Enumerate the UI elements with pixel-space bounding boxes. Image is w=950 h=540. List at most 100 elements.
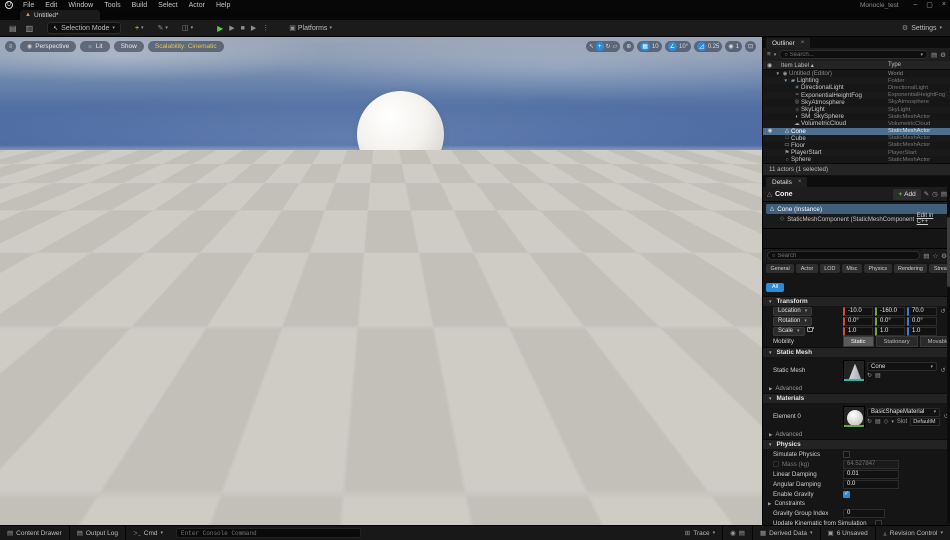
scale-z-field[interactable]: 1.0: [907, 327, 937, 336]
chip-physics[interactable]: Physics: [864, 264, 892, 273]
mass-field[interactable]: 64.527847: [843, 460, 899, 469]
grid-snap-value[interactable]: 10: [652, 44, 659, 50]
details-search[interactable]: ○: [767, 251, 920, 260]
level-viewport[interactable]: ≡ ◉ Perspective ☼ Lit Show Scalability: …: [0, 37, 762, 525]
constraints-expander[interactable]: ▶ Constraints: [763, 499, 950, 508]
browse-icon[interactable]: ▤: [875, 372, 881, 379]
menu-file[interactable]: File: [23, 2, 34, 9]
chip-all[interactable]: All: [766, 283, 784, 292]
show-dropdown[interactable]: Show: [114, 41, 144, 52]
frame-skip-button[interactable]: ▶: [229, 24, 234, 32]
mass-override-checkbox[interactable]: [773, 461, 779, 467]
angular-damping-field[interactable]: 0.0: [843, 480, 899, 489]
menu-help[interactable]: Help: [216, 2, 230, 9]
filter-icon[interactable]: ≡: [767, 51, 771, 58]
scalability-warning-button[interactable]: Scalability: Cinematic: [148, 41, 224, 52]
chip-actor[interactable]: Actor: [796, 264, 818, 273]
camera-speed-button[interactable]: ◉ 1: [725, 41, 742, 52]
import-content-icon[interactable]: ▥: [26, 24, 34, 33]
trace-dropdown[interactable]: ⊞ Trace ▾: [678, 526, 723, 540]
rotation-x-field[interactable]: 0.0°: [843, 317, 873, 326]
status-misc-icons[interactable]: ◉ ▤: [723, 526, 753, 540]
location-x-field[interactable]: -10.0: [843, 307, 873, 316]
history-icon[interactable]: ◷: [932, 190, 938, 198]
mobility-stationary[interactable]: Stationary: [876, 336, 918, 347]
menu-tools[interactable]: Tools: [104, 2, 120, 9]
use-selected-icon[interactable]: ↻: [867, 372, 872, 379]
outliner-row-cube[interactable]: □ Cube StaticMeshActor: [763, 135, 950, 142]
outliner-search-input[interactable]: [790, 52, 919, 58]
outliner-row-directionallight[interactable]: ☀ DirectionalLight DirectionalLight: [763, 84, 950, 91]
scale-x-field[interactable]: 1.0: [843, 327, 873, 336]
component-staticmesh[interactable]: ◇ StaticMeshComponent (StaticMeshCompone…: [766, 214, 948, 224]
details-search-input[interactable]: [777, 253, 915, 259]
level-tab-untitled[interactable]: ▲ Untitled*: [20, 10, 100, 20]
outliner-row-volumetriccloud[interactable]: ☁ VolumetricCloud VolumetricCloud: [763, 120, 950, 127]
outliner-row-exponentialheightfog[interactable]: ≈ ExponentialHeightFog ExponentialHeight…: [763, 92, 950, 99]
use-selected-icon[interactable]: ↻: [867, 418, 872, 425]
chip-misc[interactable]: Misc: [842, 264, 862, 273]
launch-button[interactable]: ▶: [251, 24, 256, 32]
materials-advanced[interactable]: ▶ Advanced: [763, 430, 950, 439]
rotation-snap-toggle[interactable]: ∠ 10°: [665, 41, 691, 52]
material-options-icon[interactable]: ◇: [884, 418, 889, 425]
menu-edit[interactable]: Edit: [45, 2, 57, 9]
display-options-icon[interactable]: ▤: [923, 252, 929, 260]
world-coordinate-button[interactable]: ⊕: [623, 41, 634, 52]
close-icon[interactable]: ×: [801, 40, 805, 46]
tab-outliner[interactable]: Outliner ×: [766, 38, 810, 48]
stop-button[interactable]: ■: [241, 25, 245, 32]
linear-damping-field[interactable]: 0.01: [843, 470, 899, 479]
scale-snap-toggle[interactable]: ◿ 0.25: [694, 41, 722, 52]
static-mesh-asset-dropdown[interactable]: Cone▾: [867, 362, 937, 371]
menu-select[interactable]: Select: [158, 2, 177, 9]
chip-general[interactable]: General: [766, 264, 794, 273]
save-icon[interactable]: ▤: [9, 24, 17, 33]
outliner-row-sphere[interactable]: ○ Sphere StaticMeshActor: [763, 156, 950, 163]
viewport-options-button[interactable]: ≡: [5, 41, 16, 52]
menu-window[interactable]: Window: [68, 2, 93, 9]
favorites-icon[interactable]: ☆: [932, 252, 938, 260]
section-transform[interactable]: ▼ Transform: [763, 296, 950, 306]
revision-control-dropdown[interactable]: Y Revision Control ▾: [876, 526, 950, 540]
enable-gravity-checkbox[interactable]: ✓: [843, 491, 850, 498]
simulate-physics-checkbox[interactable]: [843, 451, 850, 458]
minimize-button[interactable]: –: [913, 1, 917, 9]
reset-location-icon[interactable]: ↺: [939, 308, 947, 315]
play-button[interactable]: ▶: [217, 24, 223, 33]
section-static-mesh[interactable]: ▼ Static Mesh: [763, 347, 950, 357]
outliner-row-cone-selected[interactable]: ◉ △ Cone StaticMeshActor: [763, 128, 950, 135]
play-options-icon[interactable]: ⋮: [262, 24, 269, 32]
content-drawer-button[interactable]: ▤ Content Drawer: [0, 526, 70, 540]
settings-dropdown[interactable]: ⚙ Settings ▾: [902, 24, 942, 32]
unsaved-button[interactable]: ▣ 6 Unsaved: [821, 526, 876, 540]
outliner-search[interactable]: ○ ▾: [779, 50, 928, 59]
location-z-field[interactable]: 70.0: [907, 307, 937, 316]
scale-dropdown[interactable]: Scale▾: [773, 327, 805, 336]
maximize-viewport-button[interactable]: ⊡: [745, 41, 756, 52]
type-column[interactable]: Type: [888, 62, 950, 68]
tab-details[interactable]: Details ×: [766, 177, 807, 187]
eye-icon[interactable]: ◉: [765, 128, 775, 134]
derived-data-dropdown[interactable]: ▦ Derived Data ▾: [753, 526, 821, 540]
material-asset-dropdown[interactable]: BasicShapeMaterial▾: [867, 408, 940, 417]
chip-lod[interactable]: LOD: [820, 264, 840, 273]
menu-actor[interactable]: Actor: [189, 2, 205, 9]
outliner-row-lighting[interactable]: ▼ ▰ Lighting Folder: [763, 77, 950, 84]
material-thumbnail[interactable]: [843, 406, 865, 428]
rotation-snap-value[interactable]: 10°: [679, 44, 688, 50]
outliner-row-world[interactable]: ▼ ◉ Untitled (Editor) World: [763, 70, 950, 77]
edit-in-cpp-link[interactable]: Edit in C++: [917, 213, 945, 225]
cmd-dropdown[interactable]: ＞_ Cmd ▾: [126, 526, 170, 540]
outliner-row-skyatmosphere[interactable]: ◎ SkyAtmosphere SkyAtmosphere: [763, 99, 950, 106]
select-tool-icon[interactable]: ↖: [589, 43, 594, 50]
chip-rendering[interactable]: Rendering: [894, 264, 928, 273]
rotate-tool-icon[interactable]: ↻: [606, 43, 611, 50]
close-icon[interactable]: ×: [798, 179, 802, 185]
add-component-button[interactable]: + Add: [893, 189, 920, 200]
lit-dropdown[interactable]: ☼ Lit: [80, 41, 109, 52]
menu-build[interactable]: Build: [132, 2, 148, 9]
blueprint-convert-icon[interactable]: ✎: [924, 190, 929, 198]
outliner-row-playerstart[interactable]: ⚑ PlayerStart PlayerStart: [763, 149, 950, 156]
rotation-z-field[interactable]: 0.0°: [907, 317, 937, 326]
